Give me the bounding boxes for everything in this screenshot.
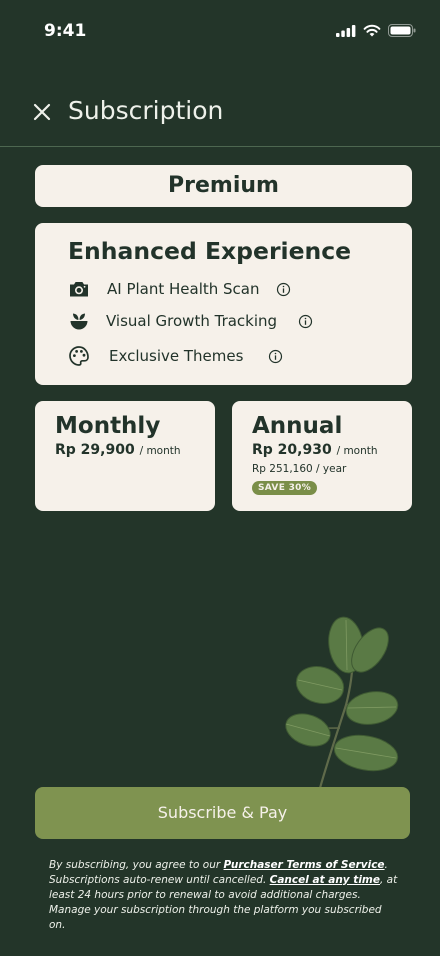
plan-price-value: Rp 20,930 xyxy=(252,442,332,458)
close-button[interactable] xyxy=(30,100,54,124)
header-divider xyxy=(0,146,440,147)
feature-exclusive-themes: Exclusive Themes xyxy=(67,343,283,369)
battery-icon xyxy=(388,24,416,37)
plan-price: Rp 29,900 / month xyxy=(55,442,181,458)
features-card: Enhanced Experience AI Plant Health Scan xyxy=(35,223,412,385)
purchaser-terms-link[interactable]: Purchaser Terms of Service xyxy=(224,859,385,871)
status-icons xyxy=(336,24,416,37)
legal-text: By subscribing, you agree to our Purchas… xyxy=(49,858,399,933)
feature-visual-growth-tracking: Visual Growth Tracking xyxy=(67,308,313,334)
features-heading: Enhanced Experience xyxy=(68,237,352,265)
plan-price-value: Rp 29,900 xyxy=(55,442,135,458)
wifi-icon xyxy=(363,24,381,37)
page-title: Subscription xyxy=(68,96,224,125)
feature-label: AI Plant Health Scan xyxy=(107,280,260,298)
palette-icon xyxy=(67,344,91,368)
save-badge: SAVE 30% xyxy=(252,481,318,495)
sprout-icon xyxy=(67,309,91,333)
close-icon xyxy=(33,103,51,121)
plan-yearly-price: Rp 251,160 / year xyxy=(252,463,347,475)
feature-label: Exclusive Themes xyxy=(109,347,244,365)
plan-monthly[interactable]: Monthly Rp 29,900 / month xyxy=(35,401,215,511)
plan-name: Monthly xyxy=(55,413,161,439)
info-icon[interactable] xyxy=(268,349,283,364)
status-time: 9:41 xyxy=(44,21,87,41)
cellular-signal-icon xyxy=(336,24,356,37)
plant-illustration xyxy=(285,616,399,789)
info-icon[interactable] xyxy=(276,282,291,297)
cancel-anytime-link[interactable]: Cancel at any time xyxy=(270,874,380,886)
camera-icon xyxy=(67,277,91,301)
subscribe-pay-button[interactable]: Subscribe & Pay xyxy=(35,787,410,839)
legal-text-part: By subscribing, you agree to our xyxy=(49,859,224,871)
plan-name: Annual xyxy=(252,413,343,439)
premium-card: Premium xyxy=(35,165,412,207)
feature-label: Visual Growth Tracking xyxy=(106,312,278,330)
header: Subscription xyxy=(0,88,440,136)
plan-price: Rp 20,930 / month xyxy=(252,442,378,458)
info-icon[interactable] xyxy=(298,314,313,329)
plan-price-unit: / month xyxy=(139,445,181,457)
status-bar: 9:41 xyxy=(0,0,440,64)
premium-title: Premium xyxy=(168,173,279,198)
plan-annual[interactable]: Annual Rp 20,930 / month Rp 251,160 / ye… xyxy=(232,401,412,511)
plan-price-unit: / month xyxy=(336,445,378,457)
feature-ai-plant-health-scan: AI Plant Health Scan xyxy=(67,276,291,302)
